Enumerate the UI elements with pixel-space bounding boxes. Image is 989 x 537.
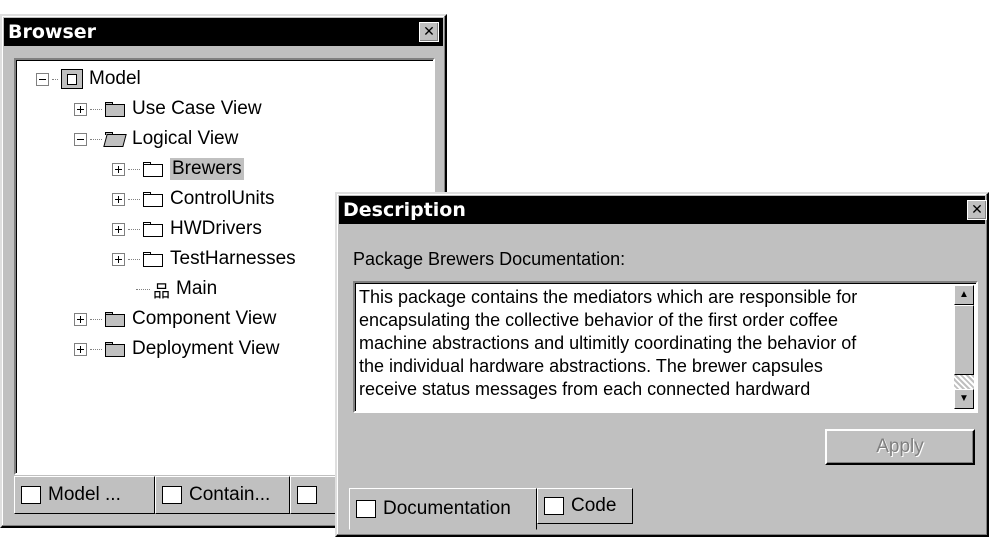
tree-item-label: Logical View — [132, 128, 239, 149]
scroll-down-icon[interactable]: ▼ — [954, 389, 974, 409]
expand-icon[interactable] — [112, 162, 125, 176]
folder-icon — [105, 311, 125, 327]
close-icon[interactable]: ✕ — [967, 200, 987, 220]
class-diagram-icon: 品 — [153, 281, 170, 302]
tab-label: Model ... — [48, 484, 121, 505]
tree-item-label: HWDrivers — [170, 218, 262, 239]
tree-item-testharnesses[interactable]: TestHarnesses — [112, 244, 296, 274]
doc-line: the individual hardware abstractions. Th… — [359, 356, 823, 376]
expand-icon[interactable] — [112, 222, 125, 236]
tree-item-component-view[interactable]: Component View — [74, 304, 276, 334]
tab-model[interactable]: Model ... — [14, 476, 155, 514]
documentation-textarea[interactable]: This package contains the mediators whic… — [353, 281, 978, 413]
folder-open-icon — [103, 131, 127, 147]
doc-line: machine abstractions and ultimitly coord… — [359, 333, 857, 353]
tree-item-controlunits[interactable]: ControlUnits — [112, 184, 275, 214]
scroll-up-icon[interactable]: ▲ — [954, 285, 974, 305]
folder-icon — [105, 101, 125, 117]
tree-item-label: ControlUnits — [170, 188, 275, 209]
tree-connector — [90, 348, 102, 350]
browser-title-bar[interactable]: Browser ✕ — [4, 18, 443, 46]
package-icon — [143, 251, 163, 267]
doc-line: This package contains the mediators whic… — [359, 287, 858, 307]
package-icon — [143, 221, 163, 237]
model-tab-icon — [21, 486, 41, 504]
tree-item-model[interactable]: Model — [36, 64, 141, 94]
container-tab-icon — [162, 486, 182, 504]
tab-label: Documentation — [383, 498, 511, 519]
code-icon — [544, 497, 564, 515]
list-tab-icon — [297, 486, 317, 504]
expand-icon[interactable] — [112, 192, 125, 206]
tree-item-brewers[interactable]: Brewers — [112, 154, 244, 184]
tree-connector — [52, 78, 58, 80]
tree-item-logical-view[interactable]: Logical View — [74, 124, 238, 154]
tree-item-deployment-view[interactable]: Deployment View — [74, 334, 280, 364]
tree-item-label: Model — [89, 68, 141, 89]
tree-item-hwdrivers[interactable]: HWDrivers — [112, 214, 262, 244]
tree-connector — [128, 258, 140, 260]
doc-line: receive status messages from each connec… — [359, 379, 811, 399]
description-title-bar[interactable]: Description ✕ — [339, 196, 987, 224]
description-title: Description — [343, 199, 466, 221]
expand-icon[interactable] — [74, 312, 87, 326]
model-icon — [61, 69, 83, 89]
expand-icon[interactable] — [74, 102, 87, 116]
tree-connector — [128, 168, 140, 170]
tree-connector — [90, 318, 102, 320]
browser-title: Browser — [8, 21, 97, 43]
package-icon — [143, 161, 163, 177]
vertical-scrollbar[interactable]: ▲ ▼ — [954, 285, 974, 409]
close-icon[interactable]: ✕ — [419, 22, 439, 42]
tab-containment[interactable]: Contain... — [155, 476, 290, 514]
expand-icon[interactable] — [74, 342, 87, 356]
documentation-icon — [356, 500, 376, 518]
tree-item-label: Brewers — [170, 158, 244, 180]
tree-item-use-case-view[interactable]: Use Case View — [74, 94, 262, 124]
tree-item-label: Main — [176, 278, 218, 299]
tree-connector — [128, 228, 140, 230]
tab-documentation[interactable]: Documentation — [349, 488, 537, 530]
documentation-heading: Package Brewers Documentation: — [353, 249, 626, 269]
collapse-icon[interactable] — [74, 132, 87, 146]
tab-code[interactable]: Code — [537, 488, 633, 524]
tree-item-label: Deployment View — [132, 338, 280, 359]
tree-item-label: Component View — [132, 308, 277, 329]
tree-item-main[interactable]: 品 Main — [133, 274, 217, 304]
expand-icon[interactable] — [112, 252, 125, 266]
apply-button[interactable]: Apply — [825, 429, 975, 465]
tree-connector — [136, 288, 150, 290]
tab-label: Code — [571, 495, 617, 516]
doc-line: encapsulating the collective behavior of… — [359, 310, 838, 330]
tree-item-label: TestHarnesses — [170, 248, 296, 269]
tree-connector — [128, 198, 140, 200]
tree-connector — [90, 138, 102, 140]
package-icon — [143, 191, 163, 207]
folder-icon — [105, 341, 125, 357]
tree-item-label: Use Case View — [132, 98, 262, 119]
tab-other[interactable] — [290, 476, 340, 514]
scroll-thumb[interactable] — [954, 305, 974, 375]
tab-label: Contain... — [189, 484, 271, 505]
description-window: Description ✕ Package Brewers Documentat… — [335, 192, 989, 537]
tree-connector — [90, 108, 102, 110]
collapse-icon[interactable] — [36, 72, 49, 86]
